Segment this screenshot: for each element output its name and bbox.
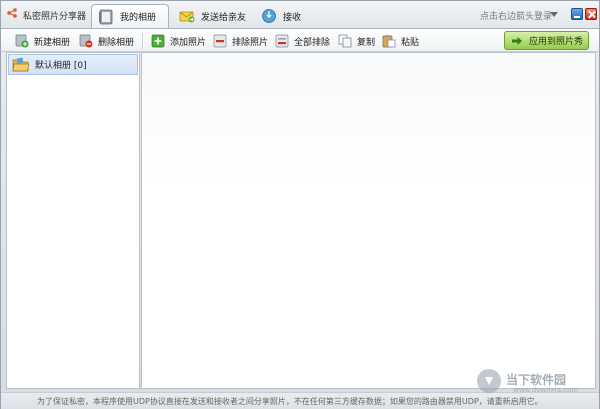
status-text: 为了保证私密，本程序使用UDP协议直接在发送和接收者之间分享照片，不在任何第三方… (37, 397, 543, 406)
delete-album-label: 删除相册 (98, 37, 135, 48)
paste-label: 粘贴 (401, 37, 420, 48)
toolbar: 新建相册 删除相册 添加照片 排除照片 全部排除 复制 粘贴 应用到照片秀 (1, 28, 599, 52)
watermark-subtitle: www.downxia.com (513, 386, 579, 394)
new-album-button[interactable]: 新建相册 (15, 32, 70, 50)
copy-label: 复制 (357, 37, 376, 48)
paste-button[interactable]: 粘贴 (382, 32, 419, 50)
copy-icon (338, 34, 352, 48)
add-photo-icon (151, 34, 165, 48)
album-list-panel: 默认相册 [0] (6, 52, 140, 389)
album-item-default[interactable]: 默认相册 [0] (8, 54, 138, 75)
app-window: 私密照片分享器 我的相册 发送给亲友 接收 点击右边箭头登录 新建相册 删除相册… (0, 0, 600, 409)
album-label: 默认相册 [0] (35, 61, 87, 71)
remove-photo-icon (213, 34, 227, 48)
close-button[interactable] (585, 8, 597, 20)
title-bar: 私密照片分享器 我的相册 发送给亲友 接收 点击右边箭头登录 (1, 1, 599, 28)
remove-photo-button[interactable]: 排除照片 (213, 32, 268, 50)
new-album-label: 新建相册 (34, 37, 71, 48)
remove-all-label: 全部排除 (294, 37, 331, 48)
delete-album-button[interactable]: 删除相册 (79, 32, 134, 50)
tab-label: 发送给亲友 (201, 12, 247, 23)
delete-album-icon (79, 34, 93, 48)
remove-all-icon (275, 34, 289, 48)
watermark-download-icon (477, 369, 501, 393)
login-dropdown-arrow-icon[interactable] (550, 12, 558, 17)
status-bar: 为了保证私密，本程序使用UDP协议直接在发送和接收者之间分享照片，不在任何第三方… (1, 392, 599, 409)
add-photo-label: 添加照片 (170, 37, 207, 48)
tab-receive[interactable]: 接收 (255, 4, 305, 28)
share-logo-icon (7, 8, 17, 18)
apply-to-photo-show-button[interactable]: 应用到照片秀 (504, 31, 589, 50)
photo-album-icon (99, 9, 113, 24)
tab-my-album[interactable]: 我的相册 (91, 4, 169, 28)
arrow-right-icon (512, 36, 522, 45)
copy-button[interactable]: 复制 (338, 32, 375, 50)
app-title: 私密照片分享器 (23, 12, 87, 22)
paste-icon (382, 35, 396, 48)
send-envelope-icon (179, 11, 195, 23)
add-photo-button[interactable]: 添加照片 (151, 32, 206, 50)
apply-label: 应用到照片秀 (529, 37, 584, 47)
folder-icon (12, 56, 30, 71)
login-hint: 点击右边箭头登录 (480, 12, 553, 22)
tab-send-to-friends[interactable]: 发送给亲友 (173, 4, 253, 28)
receive-globe-icon (262, 9, 276, 23)
photo-area[interactable] (141, 52, 596, 389)
remove-photo-label: 排除照片 (232, 37, 269, 48)
minimize-button[interactable] (571, 8, 583, 20)
remove-all-button[interactable]: 全部排除 (275, 32, 330, 50)
tab-label: 我的相册 (120, 13, 157, 23)
new-album-icon (15, 34, 29, 48)
tab-label: 接收 (283, 12, 302, 23)
toolbar-divider (142, 33, 143, 49)
